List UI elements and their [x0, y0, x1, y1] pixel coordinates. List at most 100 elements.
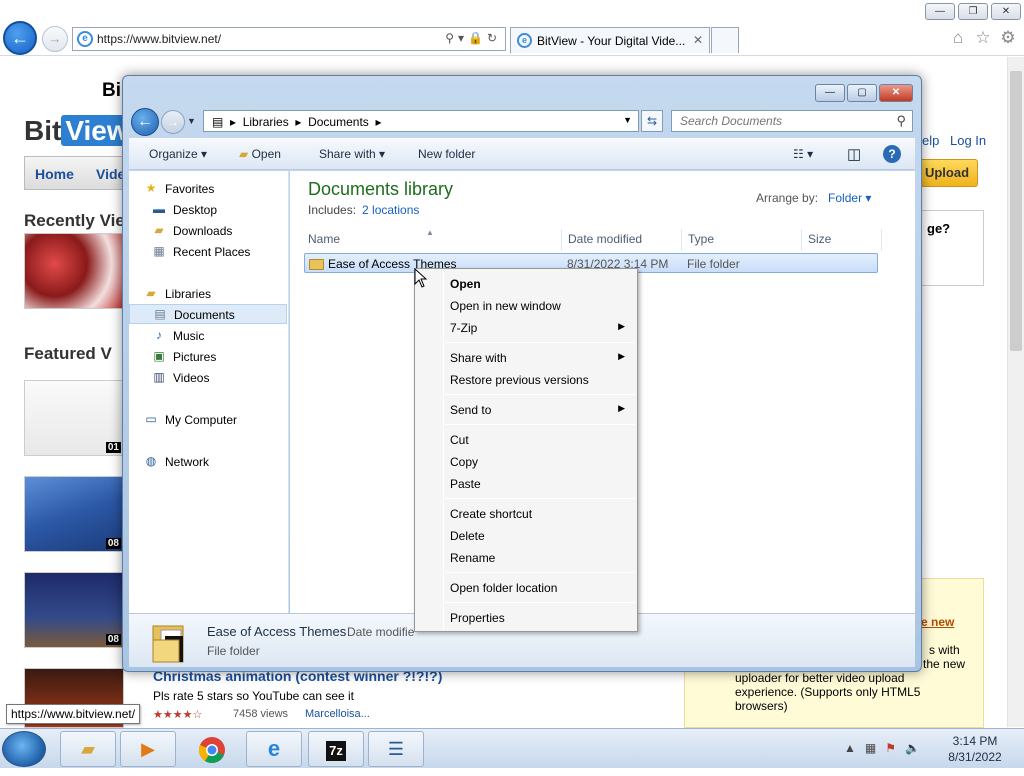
media-player-icon[interactable]: ▶ — [120, 731, 176, 767]
menu-item-copy[interactable]: Copy — [417, 451, 635, 473]
close-browser-button[interactable]: ✕ — [991, 3, 1021, 20]
help-link[interactable]: elp — [922, 133, 939, 148]
address-bar[interactable]: e https://www.bitview.net/ ⚲▾🔒↻ — [72, 27, 506, 51]
menu-item-delete[interactable]: Delete — [417, 525, 635, 547]
action-center-icon[interactable]: ⚑ — [885, 741, 905, 755]
7zip-icon[interactable]: 7z — [308, 731, 364, 767]
bitview-logo[interactable]: Bit View — [24, 115, 133, 147]
explorer-close-button[interactable]: ✕ — [879, 84, 913, 102]
share-with-button[interactable]: Share with ▾ — [319, 147, 385, 161]
nav-music[interactable]: ♪ Music — [129, 326, 287, 346]
tab-close-icon[interactable]: ✕ — [693, 33, 703, 47]
library-folder-icon: ▤ — [212, 115, 224, 129]
nav-label: Libraries — [165, 287, 212, 301]
menu-item-open-folder-location[interactable]: Open folder location — [417, 577, 635, 599]
tools-gear-icon[interactable]: ⚙ — [998, 28, 1018, 48]
search-box[interactable]: ⚲ — [671, 110, 913, 132]
explorer-address-bar[interactable]: ▤ ▸ Libraries ▸ Documents ▸ ▼ — [203, 110, 639, 132]
locations-link[interactable]: 2 locations — [362, 203, 419, 217]
breadcrumb-documents[interactable]: Documents — [308, 115, 369, 129]
column-type[interactable]: Type — [682, 229, 802, 251]
nav-label: Music — [173, 329, 205, 343]
nav-libraries[interactable]: ▰ Libraries — [129, 284, 287, 304]
menu-separator — [445, 342, 635, 343]
clock[interactable]: 3:14 PM 8/31/2022 — [940, 733, 1010, 765]
forward-button[interactable]: → — [42, 26, 68, 52]
volume-icon[interactable]: 🔈 — [905, 741, 929, 755]
nav-desktop[interactable]: ▬ Desktop — [129, 200, 287, 220]
explorer-forward-button[interactable]: → — [161, 110, 185, 134]
nav-videos[interactable]: ▥ Videos — [129, 368, 287, 388]
menu-item-send-to[interactable]: Send to ▶ — [417, 399, 635, 421]
page-scrollbar[interactable] — [1007, 57, 1024, 727]
recent-video-thumbnail[interactable] — [24, 233, 124, 309]
nav-network[interactable]: ◍ Network — [129, 452, 287, 472]
column-size[interactable]: Size — [802, 229, 882, 251]
nav-documents[interactable]: ▤ Documents — [129, 304, 287, 324]
column-date-modified[interactable]: Date modified — [562, 229, 682, 251]
upload-button[interactable]: Upload — [916, 159, 978, 187]
notepad-icon[interactable]: ☰ — [368, 731, 424, 767]
menu-item-7zip[interactable]: 7-Zip ▶ — [417, 317, 635, 339]
nav-downloads[interactable]: ▰ Downloads — [129, 221, 287, 241]
menu-item-open[interactable]: Open — [417, 273, 635, 295]
explorer-maximize-button[interactable]: ▢ — [847, 84, 877, 102]
nav-videos-link[interactable]: Vide — [96, 166, 125, 182]
menu-item-cut[interactable]: Cut — [417, 429, 635, 451]
menu-item-paste[interactable]: Paste — [417, 473, 635, 495]
menu-item-properties[interactable]: Properties — [417, 607, 635, 629]
new-folder-button[interactable]: New folder — [418, 147, 475, 161]
restore-button[interactable]: ❐ — [958, 3, 988, 20]
scrollbar-thumb[interactable] — [1010, 71, 1022, 351]
menu-label: Copy — [450, 455, 479, 469]
search-icon[interactable]: ⚲ — [896, 113, 906, 129]
file-explorer-icon[interactable]: ▰ — [60, 731, 116, 767]
start-button[interactable] — [2, 731, 46, 767]
browser-tab[interactable]: e BitView - Your Digital Vide... ✕ — [510, 27, 710, 53]
view-options-icon[interactable]: ☷ ▾ — [793, 147, 813, 161]
explorer-back-button[interactable]: ← — [131, 108, 159, 136]
chrome-icon[interactable] — [184, 731, 240, 767]
featured-video-thumbnail[interactable]: 08 — [24, 476, 124, 552]
video-user-link[interactable]: Marcelloisa... — [305, 708, 370, 720]
promo-link[interactable]: e new — [921, 615, 954, 629]
menu-item-restore-previous[interactable]: Restore previous versions — [417, 369, 635, 391]
favorites-star-icon[interactable]: ☆ — [973, 28, 993, 48]
search-input[interactable] — [680, 114, 880, 128]
arrange-dropdown[interactable]: Folder ▾ — [828, 191, 871, 205]
nav-pictures[interactable]: ▣ Pictures — [129, 347, 287, 367]
preview-pane-icon[interactable]: ◫ — [847, 145, 861, 163]
explorer-minimize-button[interactable]: — — [815, 84, 845, 102]
address-dropdown-icon[interactable]: ▼ — [623, 115, 632, 125]
system-tray[interactable]: ▲▦⚑🔈 — [844, 741, 929, 755]
show-hidden-icons-icon[interactable]: ▲ — [844, 741, 865, 755]
address-tools-icon[interactable]: ⚲▾🔒↻ — [445, 31, 501, 45]
status-tooltip: https://www.bitview.net/ — [6, 704, 141, 724]
menu-item-create-shortcut[interactable]: Create shortcut — [417, 503, 635, 525]
featured-video-thumbnail[interactable]: 08 — [24, 572, 124, 648]
new-tab-button[interactable] — [711, 27, 739, 53]
nav-home-link[interactable]: Home — [35, 166, 74, 182]
history-dropdown-icon[interactable]: ▼ — [187, 116, 196, 126]
open-label: Open — [251, 147, 281, 161]
refresh-icon[interactable]: ⇆ — [641, 110, 663, 132]
tab-ie-icon: e — [517, 33, 532, 48]
organize-button[interactable]: Organize ▾ — [149, 147, 207, 161]
menu-item-share-with[interactable]: Share with ▶ — [417, 347, 635, 369]
nav-my-computer[interactable]: ▭ My Computer — [129, 410, 287, 430]
login-link[interactable]: Log In — [950, 133, 986, 148]
menu-item-open-new-window[interactable]: Open in new window — [417, 295, 635, 317]
back-button[interactable]: ← — [3, 21, 37, 55]
menu-item-rename[interactable]: Rename — [417, 547, 635, 569]
network-tray-icon[interactable]: ▦ — [865, 741, 885, 755]
featured-video-thumbnail[interactable]: 01 — [24, 380, 124, 456]
minimize-button[interactable]: — — [925, 3, 955, 20]
help-icon[interactable]: ? — [883, 145, 901, 163]
home-icon[interactable]: ⌂ — [948, 28, 968, 48]
nav-favorites[interactable]: ★ Favorites — [129, 179, 287, 199]
internet-explorer-icon[interactable]: e — [246, 731, 302, 767]
menu-separator — [445, 572, 635, 573]
nav-recent-places[interactable]: ▦ Recent Places — [129, 242, 287, 262]
breadcrumb-libraries[interactable]: Libraries — [243, 115, 289, 129]
open-button[interactable]: ▰ Open — [239, 147, 281, 161]
